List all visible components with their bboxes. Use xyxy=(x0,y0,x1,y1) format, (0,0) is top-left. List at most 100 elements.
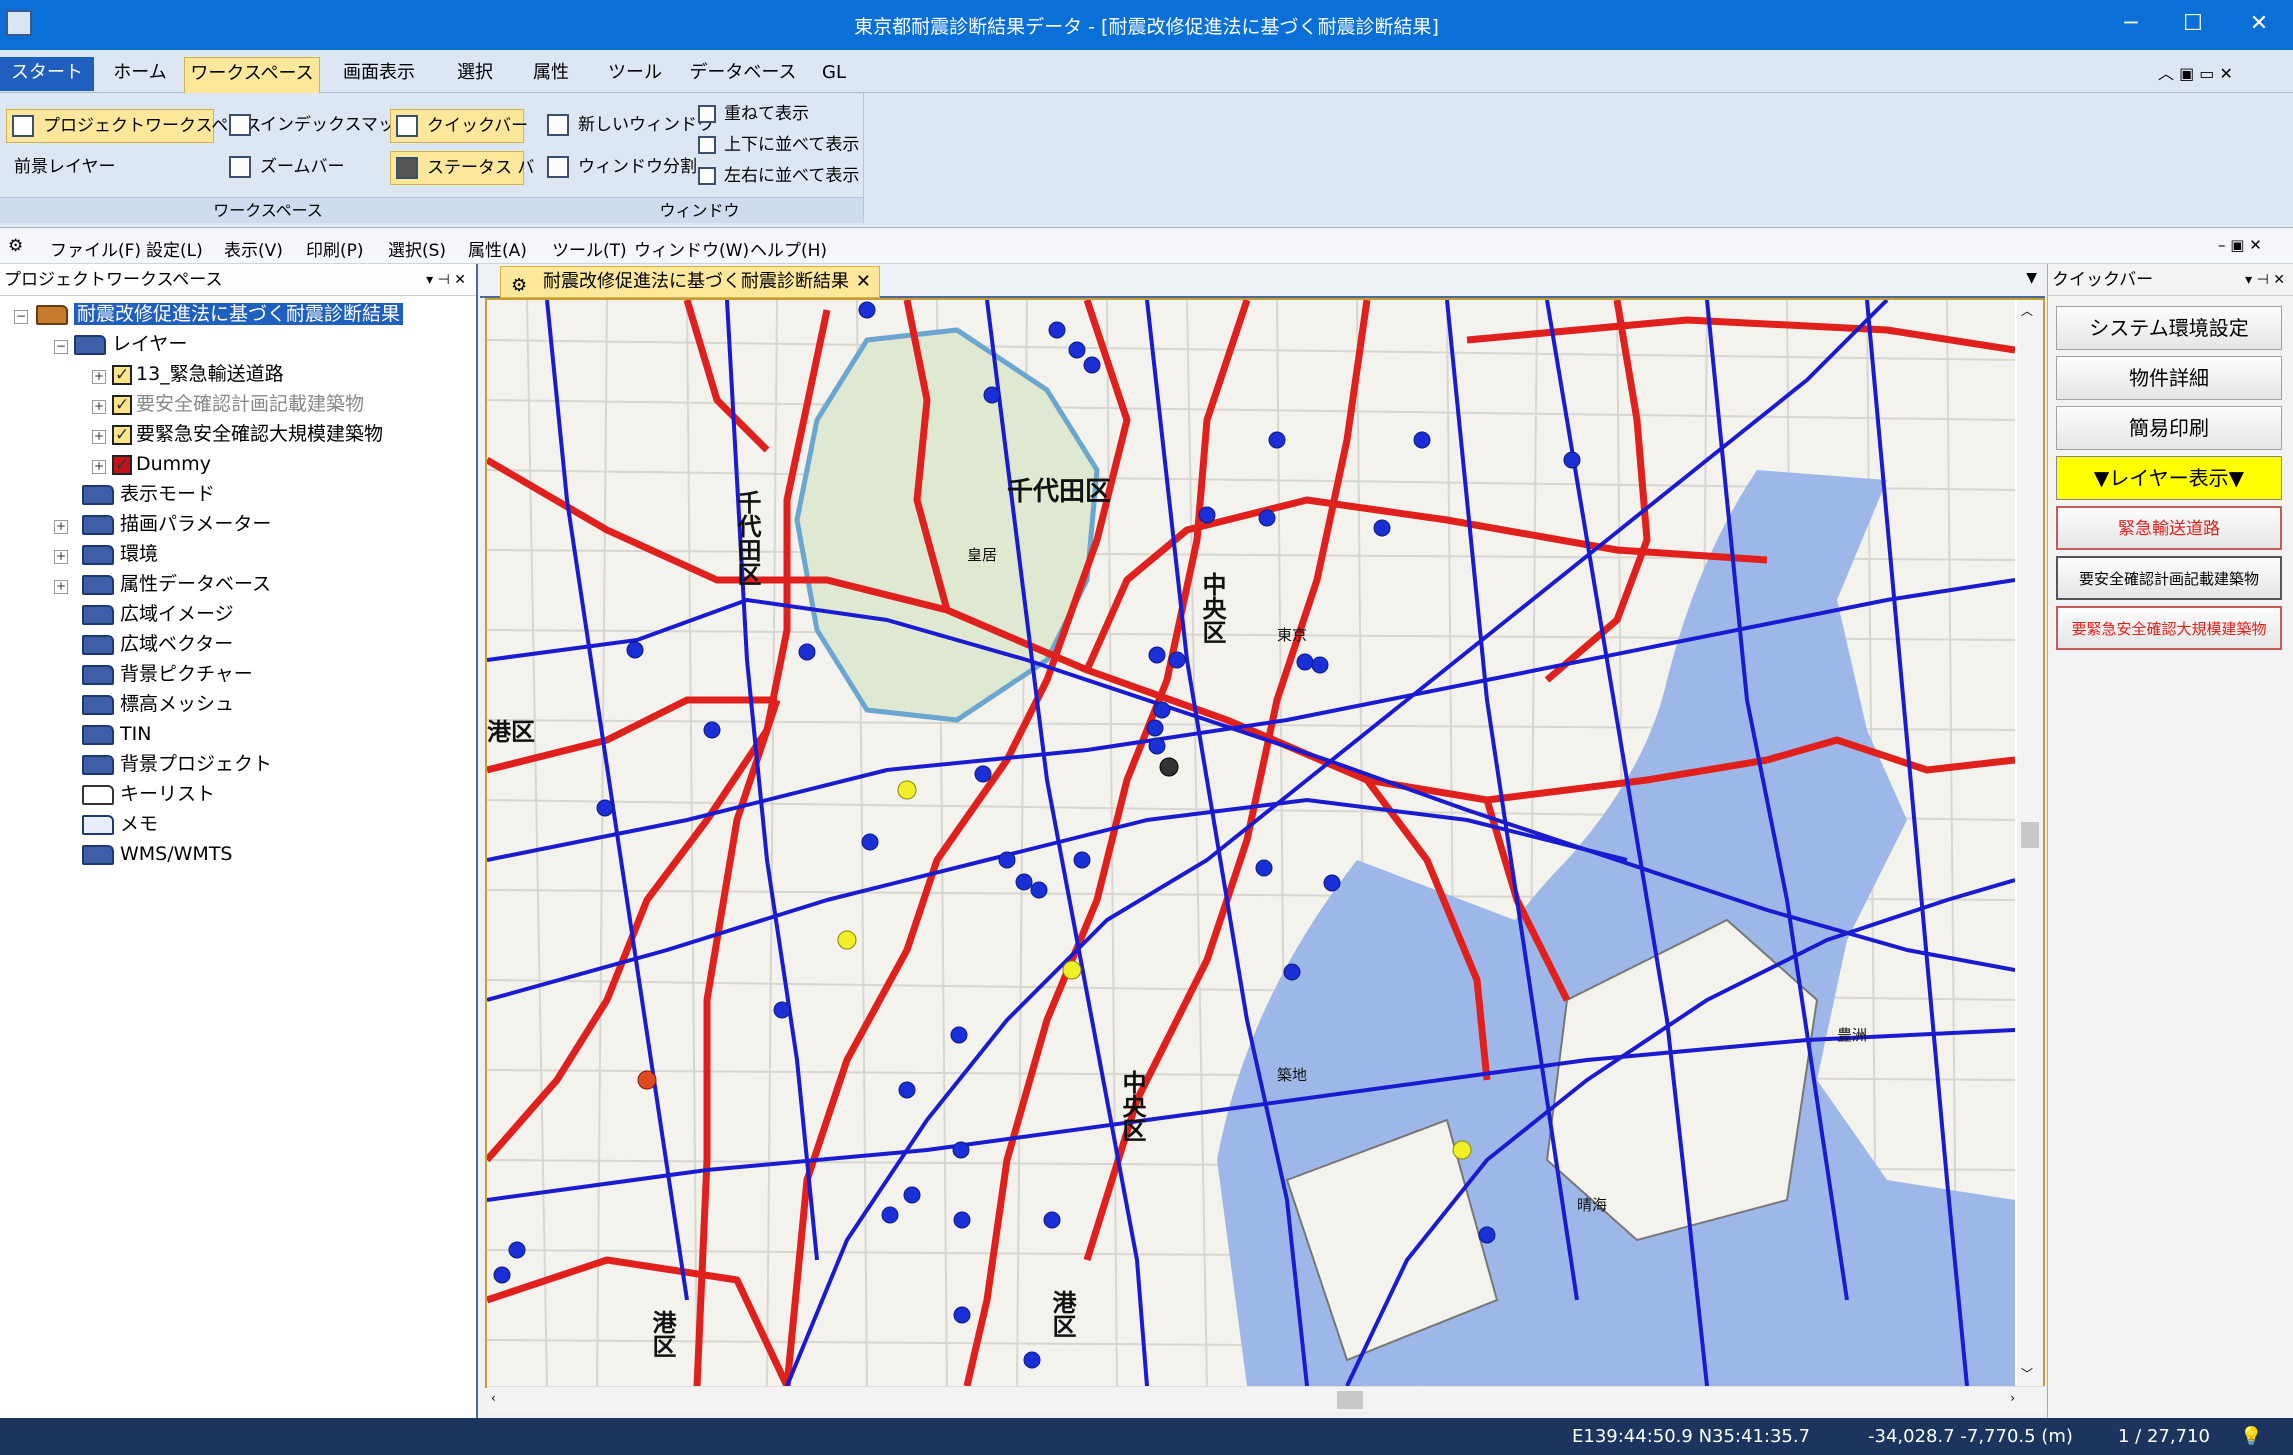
layer-checkbox[interactable] xyxy=(112,361,132,389)
map-view[interactable]: 千代田区 中央区 中央区 港区 港区 港区 千代田区 皇居 東京 築地 晴海 豊… xyxy=(485,298,2045,1412)
status-scale: 1 / 27,710 xyxy=(2118,1426,2210,1447)
project-workspace-button[interactable]: プロジェクトワークスペース xyxy=(6,109,261,143)
menu-tools[interactable]: ツール(T) xyxy=(552,236,627,261)
tab-home[interactable]: ホーム xyxy=(100,57,180,93)
map-graphics[interactable]: 千代田区 中央区 中央区 港区 港区 港区 千代田区 皇居 東京 築地 晴海 豊… xyxy=(487,300,2015,1386)
split-window-button[interactable]: ウィンドウ分割 xyxy=(542,151,697,185)
tree-folder[interactable]: + 描画パラメーター xyxy=(54,510,271,538)
app-menu-icon[interactable]: ⚙ xyxy=(8,236,23,256)
folder-icon xyxy=(82,754,114,775)
layer-checkbox[interactable] xyxy=(112,421,132,449)
urgent-large-building-button[interactable]: 要緊急安全確認大規模建築物 xyxy=(2056,606,2282,650)
close-window-button[interactable]: ✕ xyxy=(2228,0,2290,50)
menu-select[interactable]: 選択(S) xyxy=(388,236,446,261)
tree-folder[interactable]: 背景プロジェクト xyxy=(82,750,272,778)
tab-gl[interactable]: GL xyxy=(808,57,860,93)
mdi-controls[interactable]: – ▣ ✕ xyxy=(2218,236,2262,254)
map-document-tab[interactable]: ⚙ 耐震改修促進法に基づく耐震診断結果 ✕ xyxy=(500,266,880,298)
folder-icon xyxy=(82,484,114,505)
menu-view[interactable]: 表示(V) xyxy=(224,236,283,261)
tab-dropdown-icon[interactable]: ▼ xyxy=(2026,270,2037,286)
scroll-right-icon[interactable]: › xyxy=(2010,1391,2015,1405)
tab-select[interactable]: 選択 xyxy=(440,57,510,93)
tab-tools[interactable]: ツール xyxy=(596,57,674,93)
tree-layer-item[interactable]: +Dummy xyxy=(92,450,211,479)
menu-settings[interactable]: 設定(L) xyxy=(146,236,203,261)
tab-attribute[interactable]: 属性 xyxy=(516,57,586,93)
tree-layer-item[interactable]: +要安全確認計画記載建築物 xyxy=(92,390,364,419)
label-tokyo: 東京 xyxy=(1277,626,1307,644)
pane-controls[interactable]: ▾ ⊣ ✕ xyxy=(426,264,466,296)
tree-folder[interactable]: メモ xyxy=(82,810,158,838)
window-group-label: ウィンドウ xyxy=(536,197,863,223)
tree-folder[interactable]: TIN xyxy=(82,720,151,748)
layer-checkbox[interactable] xyxy=(112,451,132,479)
system-settings-button[interactable]: システム環境設定 xyxy=(2056,306,2282,350)
tree-layer-item[interactable]: +要緊急安全確認大規模建築物 xyxy=(92,420,383,449)
safety-plan-building-button[interactable]: 要安全確認計画記載建築物 xyxy=(2056,556,2282,600)
cascade-button[interactable]: 重ねて表示 xyxy=(694,101,809,129)
tree-folder[interactable]: + 属性データベース xyxy=(54,570,271,598)
status-bar-button[interactable]: ステータス バー xyxy=(390,151,551,185)
quick-print-button[interactable]: 簡易印刷 xyxy=(2056,406,2282,450)
window-group: 新しいウィンドウ ウィンドウ分割 重ねて表示 上下に並べて表示 左右に並べて表示… xyxy=(536,93,864,223)
tree-folder[interactable]: + 環境 xyxy=(54,540,158,568)
folder-icon xyxy=(82,634,114,655)
menu-attribute[interactable]: 属性(A) xyxy=(468,236,527,261)
tree-folder[interactable]: 表示モード xyxy=(82,480,215,508)
index-map-button[interactable]: インデックスマップ xyxy=(224,109,412,143)
map-vertical-scrollbar[interactable]: ︿ ﹀ xyxy=(2017,300,2043,1386)
tree-folder[interactable]: 標高メッシュ xyxy=(82,690,234,718)
tree-folder[interactable]: キーリスト xyxy=(82,780,215,808)
map-canvas[interactable]: 千代田区 中央区 中央区 港区 港区 港区 千代田区 皇居 東京 築地 晴海 豊… xyxy=(487,300,2015,1386)
property-detail-button[interactable]: 物件詳細 xyxy=(2056,356,2282,400)
keylist-icon xyxy=(82,784,114,805)
tree-folder[interactable]: 背景ピクチャー xyxy=(82,660,253,688)
tab-database[interactable]: データベース xyxy=(688,57,798,93)
new-window-button[interactable]: 新しいウィンドウ xyxy=(542,109,714,143)
layer-display-button[interactable]: ▼レイヤー表示▼ xyxy=(2056,456,2282,500)
quick-bar-button[interactable]: クイックバー xyxy=(390,109,528,143)
minimize-button[interactable]: ─ xyxy=(2100,0,2162,50)
label-tsukiji: 築地 xyxy=(1277,1066,1307,1084)
close-tab-icon[interactable]: ✕ xyxy=(856,267,871,297)
tile-vertical-button[interactable]: 左右に並べて表示 xyxy=(694,163,859,191)
tile-horizontal-button[interactable]: 上下に並べて表示 xyxy=(694,132,859,160)
tree-layer[interactable]: − レイヤー xyxy=(54,330,187,358)
tree-folder[interactable]: 広域イメージ xyxy=(82,600,234,628)
map-horizontal-scrollbar[interactable]: ‹ › xyxy=(487,1386,2045,1412)
scroll-up-icon[interactable]: ︿ xyxy=(2021,302,2033,319)
horizontal-scroll-thumb[interactable] xyxy=(1337,1391,1363,1409)
folder-icon xyxy=(82,604,114,625)
scroll-left-icon[interactable]: ‹ xyxy=(491,1391,496,1405)
pane-header: プロジェクトワークスペース ▾ ⊣ ✕ xyxy=(0,264,476,296)
tile-horizontal-icon xyxy=(698,136,716,154)
ribbon-controls[interactable]: ︿ ▣ ▭ ✕ xyxy=(2158,60,2233,84)
label-kokyo: 皇居 xyxy=(967,546,997,564)
layer-checkbox[interactable] xyxy=(112,391,132,419)
tab-view[interactable]: 画面表示 xyxy=(328,57,430,93)
pane-controls[interactable]: ▾ ⊣ ✕ xyxy=(2245,264,2285,296)
window-title: 東京都耐震診断結果データ - [耐震改修促進法に基づく耐震診断結果] xyxy=(854,16,1439,38)
emergency-road-button[interactable]: 緊急輸送道路 xyxy=(2056,506,2282,550)
zoom-bar-button[interactable]: ズームバー xyxy=(224,151,345,185)
tree-folder[interactable]: 広域ベクター xyxy=(82,630,233,658)
maximize-button[interactable]: ☐ xyxy=(2162,0,2224,50)
tab-start[interactable]: スタート xyxy=(0,57,94,91)
menu-help[interactable]: ヘルプ(H) xyxy=(750,236,827,261)
label-minato: 港区 xyxy=(487,718,535,746)
folder-icon xyxy=(82,844,114,865)
menu-print[interactable]: 印刷(P) xyxy=(306,236,364,261)
vertical-scroll-thumb[interactable] xyxy=(2021,822,2039,848)
label-chuo: 中央区 xyxy=(1198,572,1226,644)
scroll-down-icon[interactable]: ﹀ xyxy=(2021,1365,2033,1382)
quick-bar-header: クイックバー ▾ ⊣ ✕ xyxy=(2048,264,2293,296)
tree-folder[interactable]: WMS/WMTS xyxy=(82,840,233,868)
tab-workspace[interactable]: ワークスペース xyxy=(184,57,320,93)
lightbulb-icon[interactable]: 💡 xyxy=(2240,1426,2262,1447)
tree-root[interactable]: − 耐震改修促進法に基づく耐震診断結果 xyxy=(14,300,404,328)
menu-window[interactable]: ウィンドウ(W) xyxy=(634,236,749,261)
menu-file[interactable]: ファイル(F) xyxy=(50,236,141,261)
foreground-layer-button[interactable]: 前景レイヤー xyxy=(6,151,116,185)
tree-layer-item[interactable]: +13_緊急輸送道路 xyxy=(92,360,284,389)
